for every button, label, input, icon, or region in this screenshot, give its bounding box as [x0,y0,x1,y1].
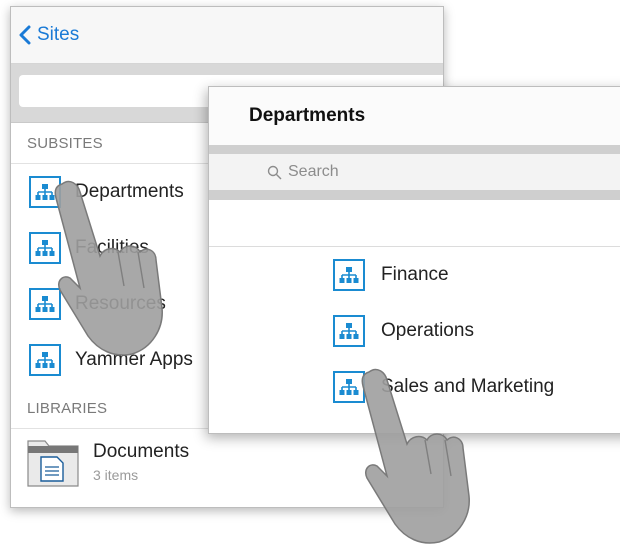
departments-panel: Departments Search Finance Operations Sa… [208,86,620,434]
sites-header: Sites [11,7,443,64]
department-label: Sales and Marketing [381,376,555,397]
site-hierarchy-icon [29,232,61,264]
library-item-count: 3 items [93,467,139,483]
departments-search-input[interactable]: Search [209,154,620,190]
search-placeholder: Search [288,163,339,180]
divider [209,190,620,200]
departments-title: Departments [209,87,620,146]
folder-icon [27,440,79,487]
site-hierarchy-icon [333,259,365,291]
document-icon [40,456,64,482]
blank-row [209,200,620,247]
subsite-label: Yammer Apps [75,349,193,370]
subsite-label: Departments [75,181,184,202]
department-label: Finance [381,264,449,285]
search-icon [267,165,282,179]
site-hierarchy-icon [29,288,61,320]
department-label: Operations [381,320,474,341]
library-item-documents[interactable]: Documents 3 items [11,429,443,491]
department-item-sales-and-marketing[interactable]: Sales and Marketing [209,359,620,415]
back-button-label: Sites [37,24,80,45]
department-item-operations[interactable]: Operations [209,303,620,359]
subsite-label: Resources [75,293,166,314]
site-hierarchy-icon [333,371,365,403]
department-item-finance[interactable]: Finance [209,247,620,303]
library-name: Documents [93,441,190,462]
back-button[interactable]: Sites [19,24,79,46]
site-hierarchy-icon [29,176,61,208]
subsite-label: Facilities [75,237,149,258]
chevron-left-icon [19,25,31,45]
site-hierarchy-icon [29,344,61,376]
divider [209,146,620,154]
site-hierarchy-icon [333,315,365,347]
